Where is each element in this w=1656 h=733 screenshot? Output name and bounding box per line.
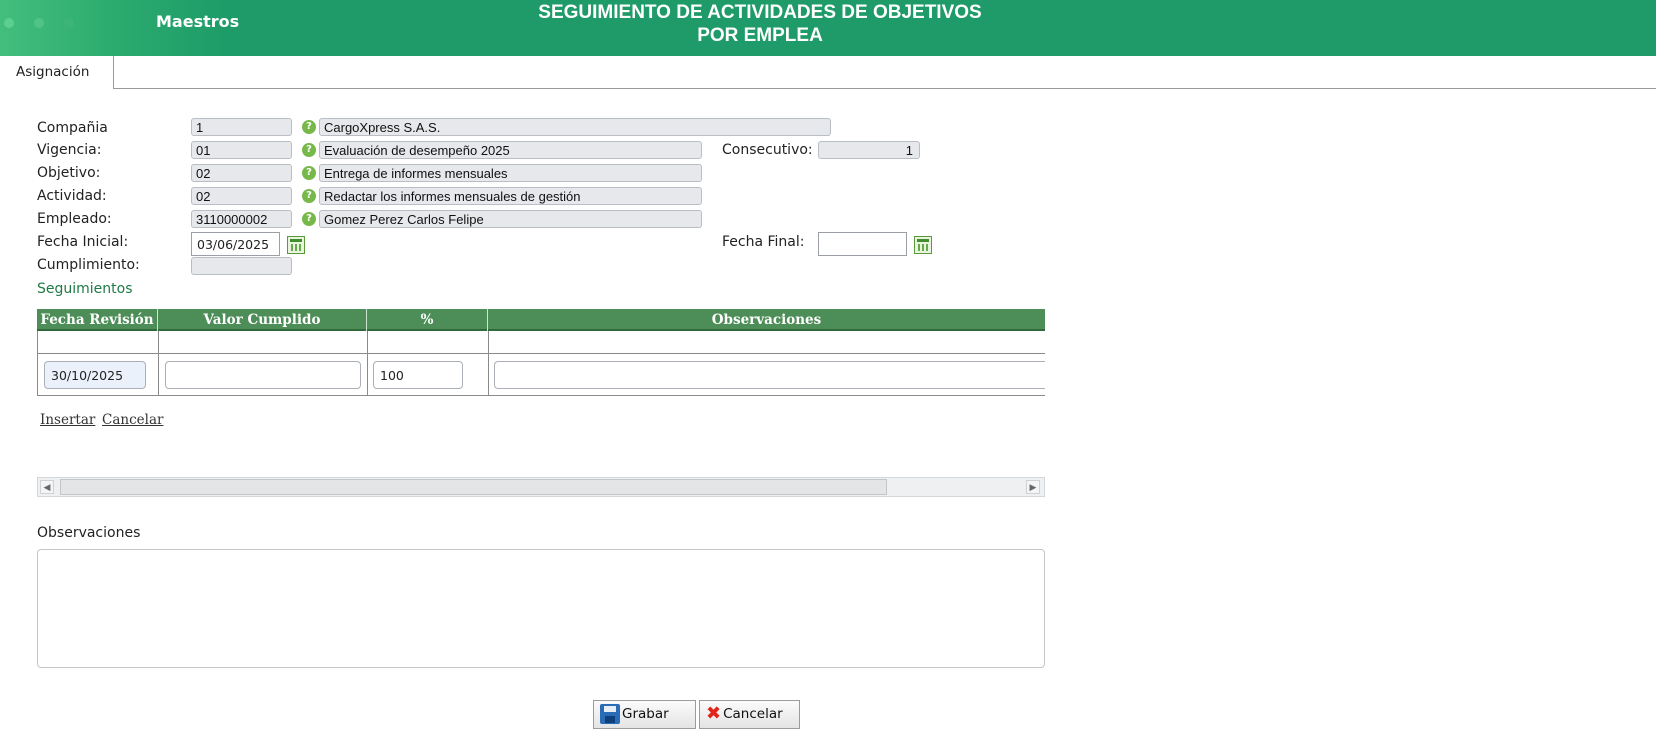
- window-dot-icon: [64, 18, 74, 28]
- empleado-label: Empleado:: [37, 211, 112, 227]
- app-menu-maestros[interactable]: Maestros: [156, 12, 239, 31]
- column-header-valor-cumplido[interactable]: Valor Cumplido: [158, 309, 367, 331]
- grid-row-divider: [37, 353, 1045, 354]
- page-title: SEGUIMIENTO DE ACTIVIDADES DE OBJETIVOS …: [480, 1, 1040, 47]
- help-icon[interactable]: ?: [302, 166, 316, 180]
- grabar-button[interactable]: Grabar: [593, 700, 696, 729]
- valor-cumplido-input[interactable]: [165, 361, 361, 389]
- calendar-icon[interactable]: [914, 236, 932, 254]
- compania-name-field[interactable]: CargoXpress S.A.S.: [319, 118, 831, 136]
- window-dot-icon: [4, 18, 14, 28]
- grid-col-divider: [367, 331, 368, 395]
- objetivo-name-field[interactable]: Entrega de informes mensuales: [319, 164, 702, 182]
- empleado-code-field[interactable]: 3110000002: [191, 210, 292, 228]
- help-icon[interactable]: ?: [302, 143, 316, 157]
- scroll-right-icon[interactable]: ▶: [1026, 480, 1040, 494]
- page-title-line1: SEGUIMIENTO DE ACTIVIDADES DE OBJETIVOS: [538, 2, 982, 23]
- grabar-button-label: Grabar: [622, 706, 669, 722]
- grid-horizontal-scrollbar[interactable]: ◀ ▶: [37, 477, 1045, 497]
- vigencia-name-field[interactable]: Evaluación de desempeño 2025: [319, 141, 702, 159]
- column-header-porcentaje[interactable]: % Cumplimiento: [367, 309, 488, 350]
- actividad-name-field[interactable]: Redactar los informes mensuales de gesti…: [319, 187, 702, 205]
- grid-col-divider: [488, 331, 489, 395]
- objetivo-code-field[interactable]: 02: [191, 164, 292, 182]
- compania-code-field[interactable]: 1: [191, 118, 292, 136]
- objetivo-label: Objetivo:: [37, 165, 101, 181]
- observaciones-row-input[interactable]: [494, 361, 1045, 389]
- scroll-left-icon[interactable]: ◀: [40, 480, 54, 494]
- grid-row-divider: [37, 395, 1045, 396]
- fecha-final-input[interactable]: [818, 232, 907, 256]
- seguimientos-section-label: Seguimientos: [37, 281, 133, 297]
- observaciones-textarea[interactable]: [37, 549, 1045, 668]
- vigencia-code-field[interactable]: 01: [191, 141, 292, 159]
- porcentaje-cumplimiento-input[interactable]: 100: [373, 361, 463, 389]
- page-title-line2: POR EMPLEA: [697, 25, 823, 46]
- cancelar-button[interactable]: ✖ Cancelar: [699, 700, 800, 729]
- compania-label: Compañia: [37, 120, 108, 136]
- help-icon[interactable]: ?: [302, 120, 316, 134]
- cumplimiento-field[interactable]: [191, 257, 292, 275]
- consecutivo-field[interactable]: 1: [818, 141, 920, 159]
- fecha-inicial-input[interactable]: 03/06/2025: [191, 232, 280, 256]
- calendar-icon[interactable]: [287, 236, 305, 254]
- tab-asignacion[interactable]: Asignación: [0, 56, 114, 89]
- insertar-link[interactable]: Insertar: [40, 412, 95, 428]
- empleado-name-field[interactable]: Gomez Perez Carlos Felipe: [319, 210, 702, 228]
- column-header-fecha-revision[interactable]: Fecha Revisión: [37, 309, 158, 331]
- help-icon[interactable]: ?: [302, 212, 316, 226]
- cancel-x-icon: ✖: [706, 703, 722, 724]
- cancelar-link[interactable]: Cancelar: [102, 412, 163, 428]
- consecutivo-label: Consecutivo:: [722, 142, 813, 158]
- actividad-label: Actividad:: [37, 188, 107, 204]
- scrollbar-thumb[interactable]: [60, 479, 887, 495]
- vigencia-label: Vigencia:: [37, 142, 102, 158]
- observaciones-label: Observaciones: [37, 525, 141, 541]
- fecha-revision-input[interactable]: 30/10/2025: [44, 361, 146, 389]
- tab-divider: [114, 88, 1656, 89]
- actividad-code-field[interactable]: 02: [191, 187, 292, 205]
- fecha-final-label: Fecha Final:: [722, 234, 805, 250]
- seguimientos-grid-header: Fecha Revisión Valor Cumplido % Cumplimi…: [37, 309, 1045, 350]
- column-header-observaciones[interactable]: Observaciones: [488, 309, 1045, 331]
- cumplimiento-label: Cumplimiento:: [37, 257, 140, 273]
- help-icon[interactable]: ?: [302, 189, 316, 203]
- cancelar-button-label: Cancelar: [723, 706, 783, 722]
- save-icon: [600, 704, 620, 724]
- grid-col-divider: [158, 331, 159, 395]
- fecha-inicial-label: Fecha Inicial:: [37, 234, 129, 250]
- grid-col-divider: [37, 331, 38, 395]
- window-dot-icon: [34, 18, 44, 28]
